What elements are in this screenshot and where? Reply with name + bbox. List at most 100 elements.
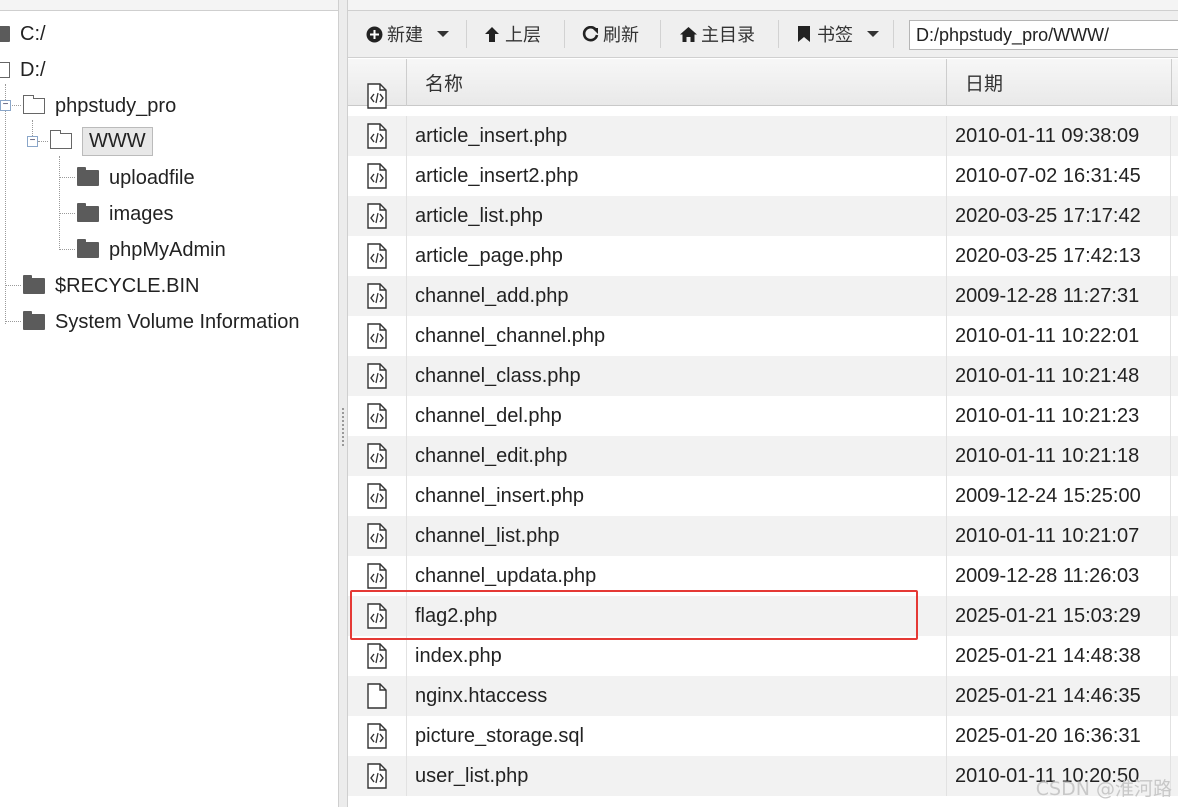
tree-node-system-volume-information[interactable]: System Volume Information [23, 305, 300, 339]
table-row[interactable]: channel_list.php 2010-01-11 10:21:07 [348, 516, 1178, 556]
home-icon [679, 25, 697, 43]
file-name-cell[interactable]: article_list.php [406, 196, 946, 236]
row-icon-cell [348, 556, 406, 596]
table-row[interactable]: channel_insert.php 2009-12-24 15:25:00 [348, 476, 1178, 516]
row-icon-cell [348, 716, 406, 756]
table-row[interactable]: channel_class.php 2010-01-11 10:21:48 [348, 356, 1178, 396]
tree-node-phpmyadmin[interactable]: phpMyAdmin [77, 233, 226, 267]
file-name-cell[interactable]: index.php [406, 636, 946, 676]
tree-node-phpstudy-pro[interactable]: phpstudy_pro [22, 89, 176, 123]
table-row[interactable]: channel_updata.php 2009-12-28 11:26:03 [348, 556, 1178, 596]
file-name-cell[interactable]: article_page.php [406, 236, 946, 276]
up-level-button[interactable]: 上层 [483, 20, 541, 48]
code-file-icon [367, 243, 387, 269]
tree-node-uploadfile[interactable]: uploadfile [77, 161, 195, 195]
toolbar-separator [466, 20, 467, 48]
table-row[interactable]: article_insert.php 2010-01-11 09:38:09 [348, 116, 1178, 156]
tree-connector [59, 249, 75, 250]
file-date-cell: 2010-01-11 10:22:01 [946, 316, 1171, 356]
file-date-cell: 2025-01-21 14:46:35 [946, 676, 1171, 716]
new-button[interactable]: 新建 [365, 20, 449, 48]
table-row[interactable]: channel_edit.php 2010-01-11 10:21:18 [348, 436, 1178, 476]
file-name-cell[interactable]: channel_edit.php [406, 436, 946, 476]
tree-node-www[interactable]: WWW [49, 124, 153, 158]
file-name-cell[interactable]: flag2.php [406, 596, 946, 636]
file-name-cell[interactable]: channel_list.php [406, 516, 946, 556]
file-name-cell[interactable]: channel_channel.php [406, 316, 946, 356]
file-name-cell[interactable]: channel_updata.php [406, 556, 946, 596]
file-date-cell: 2010-07-02 16:31:45 [946, 156, 1171, 196]
table-row[interactable]: channel_channel.php 2010-01-11 10:22:01 [348, 316, 1178, 356]
toolbar-separator [778, 20, 779, 48]
file-name-cell[interactable]: article_insert.php [406, 116, 946, 156]
table-row-partial[interactable] [348, 76, 1178, 116]
blank-file-icon [367, 683, 387, 709]
tree-node-images[interactable]: images [77, 197, 173, 231]
table-row[interactable]: channel_add.php 2009-12-28 11:27:31 [348, 276, 1178, 316]
table-row[interactable]: article_page.php 2020-03-25 17:42:13 [348, 236, 1178, 276]
row-icon-cell [348, 596, 406, 636]
open-folder-icon [49, 130, 72, 149]
row-icon-cell [348, 356, 406, 396]
file-name-cell[interactable]: channel_add.php [406, 276, 946, 316]
file-date-cell: 2009-12-28 11:26:03 [946, 556, 1171, 596]
table-row[interactable]: index.php 2025-01-21 14:48:38 [348, 636, 1178, 676]
collapse-toggle-icon[interactable]: − [0, 100, 11, 111]
collapse-toggle-icon[interactable]: − [27, 136, 38, 147]
watermark: CSDN @淮河路 [1035, 778, 1172, 800]
file-name-cell[interactable]: channel_insert.php [406, 476, 946, 516]
file-name-cell[interactable]: channel_class.php [406, 356, 946, 396]
tree-node-label: phpMyAdmin [109, 238, 226, 261]
bookmarks-button[interactable]: 书签 [795, 20, 879, 48]
tree-node-d-drive[interactable]: D:/ [0, 53, 46, 87]
table-row[interactable]: flag2.php 2025-01-21 15:03:29 [348, 596, 1178, 636]
file-name-cell[interactable]: nginx.htaccess [406, 676, 946, 716]
code-file-icon [367, 723, 387, 749]
file-name-cell[interactable]: user_list.php [406, 756, 946, 796]
table-row[interactable]: article_insert2.php 2010-07-02 16:31:45 [348, 156, 1178, 196]
file-date-cell: 2025-01-21 14:48:38 [946, 636, 1171, 676]
plus-circle-icon [365, 25, 383, 43]
row-icon-cell [348, 396, 406, 436]
code-file-icon [367, 83, 387, 109]
refresh-button[interactable]: 刷新 [581, 20, 639, 48]
tree-node-label: $RECYCLE.BIN [55, 274, 200, 297]
open-folder-icon [0, 62, 10, 78]
file-date-cell: 2009-12-28 11:27:31 [946, 276, 1171, 316]
row-icon-cell [348, 316, 406, 356]
code-file-icon [367, 643, 387, 669]
chevron-down-icon [867, 31, 879, 37]
tree-node-label: D:/ [20, 58, 46, 81]
file-date-cell: 2020-03-25 17:17:42 [946, 196, 1171, 236]
file-date-cell: 2010-01-11 10:21:23 [946, 396, 1171, 436]
code-file-icon [367, 443, 387, 469]
table-row[interactable]: channel_del.php 2010-01-11 10:21:23 [348, 396, 1178, 436]
table-row[interactable]: picture_storage.sql 2025-01-20 16:36:31 [348, 716, 1178, 756]
folder-icon [23, 275, 45, 294]
tree-node-c-drive[interactable]: C:/ [0, 17, 46, 51]
row-icon-cell [348, 676, 406, 716]
panel-splitter[interactable] [338, 0, 348, 807]
row-icon-cell [348, 156, 406, 196]
splitter-grip-icon[interactable] [342, 408, 344, 446]
table-row[interactable]: nginx.htaccess 2025-01-21 14:46:35 [348, 676, 1178, 716]
file-name-cell[interactable]: article_insert2.php [406, 156, 946, 196]
code-file-icon [367, 763, 387, 789]
code-file-icon [367, 483, 387, 509]
row-icon-cell [348, 76, 406, 116]
arrow-up-icon [483, 25, 501, 43]
file-list-panel: 新建 上层 刷新 主目录 书签 D:/phpstudy_pro/WWW/ 名称 … [348, 0, 1178, 807]
home-button[interactable]: 主目录 [679, 20, 755, 48]
row-icon-cell [348, 516, 406, 556]
row-icon-cell [348, 436, 406, 476]
tree-node-label: uploadfile [109, 166, 195, 189]
file-name-cell[interactable]: picture_storage.sql [406, 716, 946, 756]
file-name-cell[interactable]: channel_del.php [406, 396, 946, 436]
path-input[interactable] [909, 20, 1178, 50]
folder-tree-panel: − − C:/ D:/ phpstudy_pro WWW uploadfile … [0, 0, 338, 807]
table-row[interactable]: article_list.php 2020-03-25 17:17:42 [348, 196, 1178, 236]
row-icon-cell [348, 116, 406, 156]
tree-header-strip [0, 0, 338, 11]
tree-node-recycle-bin[interactable]: $RECYCLE.BIN [23, 269, 200, 303]
file-date-cell: 2010-01-11 09:38:09 [946, 116, 1171, 156]
